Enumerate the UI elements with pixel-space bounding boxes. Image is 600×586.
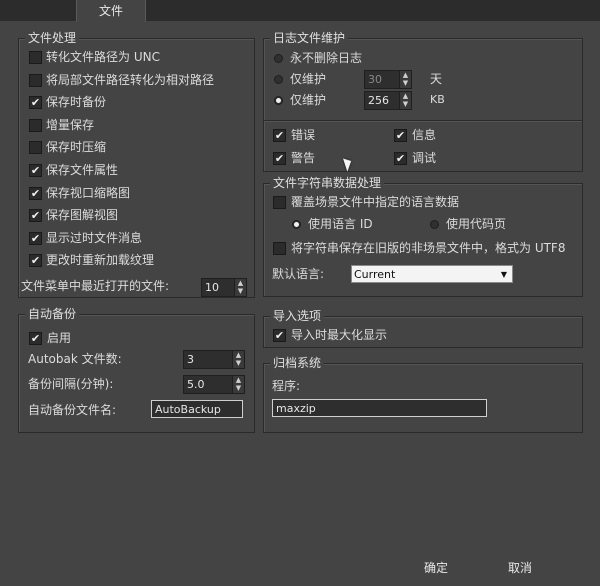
spinner-arrows-icon[interactable]: ▲ ▼ [234, 279, 246, 296]
error-label: 错误 [291, 128, 316, 142]
error-checkbox[interactable]: ✔ [273, 129, 286, 142]
debug-checkbox[interactable]: ✔ [394, 152, 407, 165]
recent-files-label: 文件菜单中最近打开的文件: [21, 279, 170, 293]
spinner-arrows-icon[interactable]: ▲ ▼ [399, 92, 411, 109]
file-option-label: 将局部文件路径转化为相对路径 [46, 72, 215, 87]
debug-label: 调试 [412, 151, 437, 165]
log-divider [264, 120, 582, 121]
autobackup-group: 自动备份 ✔ 启用 Autobak 文件数: 3 ▲ ▼ 备份间隔(分钟): 5.… [18, 307, 255, 433]
ok-button[interactable]: 确定 [404, 557, 468, 579]
keep-size-unit: KB [430, 93, 445, 106]
autobak-count-spinner[interactable]: 3 ▲ ▼ [183, 350, 245, 369]
default-lang-value: Current [354, 268, 396, 281]
info-label: 信息 [412, 128, 437, 142]
never-delete-label: 永不删除日志 [290, 51, 363, 65]
backup-interval-value: 5.0 [187, 378, 205, 391]
file-option-label: 转化文件路径为 UNC [46, 50, 160, 64]
override-label: 覆盖场景文件中指定的语言数据 [291, 195, 460, 209]
save-legacy-checkbox[interactable] [273, 242, 286, 255]
file-option-checkbox[interactable]: ✔ [29, 164, 42, 177]
keep-days-label: 仅维护 [290, 72, 327, 86]
import-group: 导入选项 ✔ 导入时最大化显示 [263, 309, 583, 348]
file-option-checkbox[interactable] [29, 118, 42, 132]
default-lang-label: 默认语言: [272, 267, 325, 281]
autobackup-title: 自动备份 [25, 307, 80, 322]
log-title: 日志文件维护 [270, 31, 349, 46]
use-codepage-radio[interactable] [430, 220, 439, 229]
keep-days-unit: 天 [430, 72, 443, 86]
keep-days-value: 30 [368, 73, 382, 86]
backup-interval-label: 备份间隔(分钟): [28, 377, 114, 391]
archive-title: 归档系统 [270, 356, 325, 371]
recent-files-value: 10 [205, 281, 219, 294]
import-title: 导入选项 [270, 309, 325, 324]
override-checkbox[interactable] [273, 196, 286, 209]
save-legacy-label: 将字符串保存在旧版的非场景文件中，格式为 UTF8 [291, 241, 566, 255]
file-option-checkbox[interactable] [29, 51, 42, 64]
file-handling-group: 文件处理 转化文件路径为 UNC 将局部文件路径转化为相对路径 ✔ 保存时备份增量保存… [18, 31, 255, 298]
keep-size-spinner[interactable]: 256 ▲ ▼ [364, 91, 412, 110]
file-option-label: 保存图解视图 [46, 208, 119, 223]
warning-label: 警告 [291, 151, 316, 165]
file-option-label: 保存视口缩略图 [46, 185, 131, 200]
file-option-label: 更改时重新加载纹理 [46, 253, 155, 268]
warning-checkbox[interactable]: ✔ [273, 152, 286, 165]
spinner-arrows-icon[interactable]: ▲ ▼ [232, 351, 244, 368]
import-maximize-label: 导入时最大化显示 [291, 328, 388, 342]
use-codepage-label: 使用代码页 [446, 217, 507, 231]
file-option-checkbox[interactable]: ✔ [29, 231, 42, 245]
file-option-checkbox[interactable] [29, 73, 42, 87]
spinner-arrows-icon[interactable]: ▲ ▼ [232, 376, 244, 393]
archive-group: 归档系统 程序: maxzip [263, 356, 583, 433]
chevron-down-icon[interactable]: ▼ [501, 266, 507, 283]
spinner-arrows-icon[interactable]: ▲ ▼ [399, 71, 411, 88]
log-group: 日志文件维护 永不删除日志 仅维护 30 ▲ ▼ 天 仅维护 256 ▲ ▼ KB … [263, 31, 583, 172]
cancel-button[interactable]: 取消 [486, 557, 554, 579]
keep-size-value: 256 [368, 94, 389, 107]
recent-files-spinner[interactable]: 10 ▲ ▼ [201, 278, 247, 297]
file-option-checkbox[interactable]: ✔ [29, 96, 42, 110]
keep-size-radio[interactable] [274, 96, 283, 105]
autobak-count-label: Autobak 文件数: [28, 352, 122, 366]
file-option-label: 保存时压缩 [46, 140, 107, 155]
archive-program-label: 程序: [272, 379, 301, 393]
keep-size-label: 仅维护 [290, 93, 327, 107]
default-lang-dropdown[interactable]: Current ▼ [351, 265, 513, 283]
import-maximize-checkbox[interactable]: ✔ [273, 329, 286, 342]
archive-program-input[interactable]: maxzip [272, 399, 487, 417]
file-option-checkbox[interactable] [29, 141, 42, 155]
autobackup-name-input[interactable]: AutoBackup [151, 400, 243, 418]
never-delete-radio[interactable] [274, 54, 283, 63]
use-lang-id-radio[interactable] [292, 220, 301, 229]
file-option-label: 保存时备份 [46, 95, 107, 110]
file-option-label: 保存文件属性 [46, 163, 119, 177]
file-option-checkbox[interactable]: ✔ [29, 209, 42, 223]
file-handling-title: 文件处理 [25, 31, 80, 46]
tab-file[interactable]: 文件 [76, 0, 146, 22]
autobak-count-value: 3 [187, 353, 194, 366]
string-data-title: 文件字符串数据处理 [270, 176, 385, 191]
use-lang-id-label: 使用语言 ID [308, 217, 373, 231]
info-checkbox[interactable]: ✔ [394, 129, 407, 142]
keep-days-spinner[interactable]: 30 ▲ ▼ [364, 70, 412, 89]
file-option-label: 增量保存 [46, 117, 95, 132]
autobackup-name-label: 自动备份文件名: [28, 403, 117, 417]
backup-interval-spinner[interactable]: 5.0 ▲ ▼ [183, 375, 245, 394]
string-data-group: 文件字符串数据处理 覆盖场景文件中指定的语言数据 使用语言 ID 使用代码页 将… [263, 176, 583, 297]
file-option-label: 显示过时文件消息 [46, 230, 143, 245]
file-option-checkbox[interactable]: ✔ [29, 254, 42, 268]
keep-days-radio[interactable] [274, 75, 283, 84]
file-option-checkbox[interactable]: ✔ [29, 186, 42, 200]
autobackup-enable-label: 启用 [47, 331, 72, 345]
autobackup-enable-checkbox[interactable]: ✔ [29, 332, 42, 345]
